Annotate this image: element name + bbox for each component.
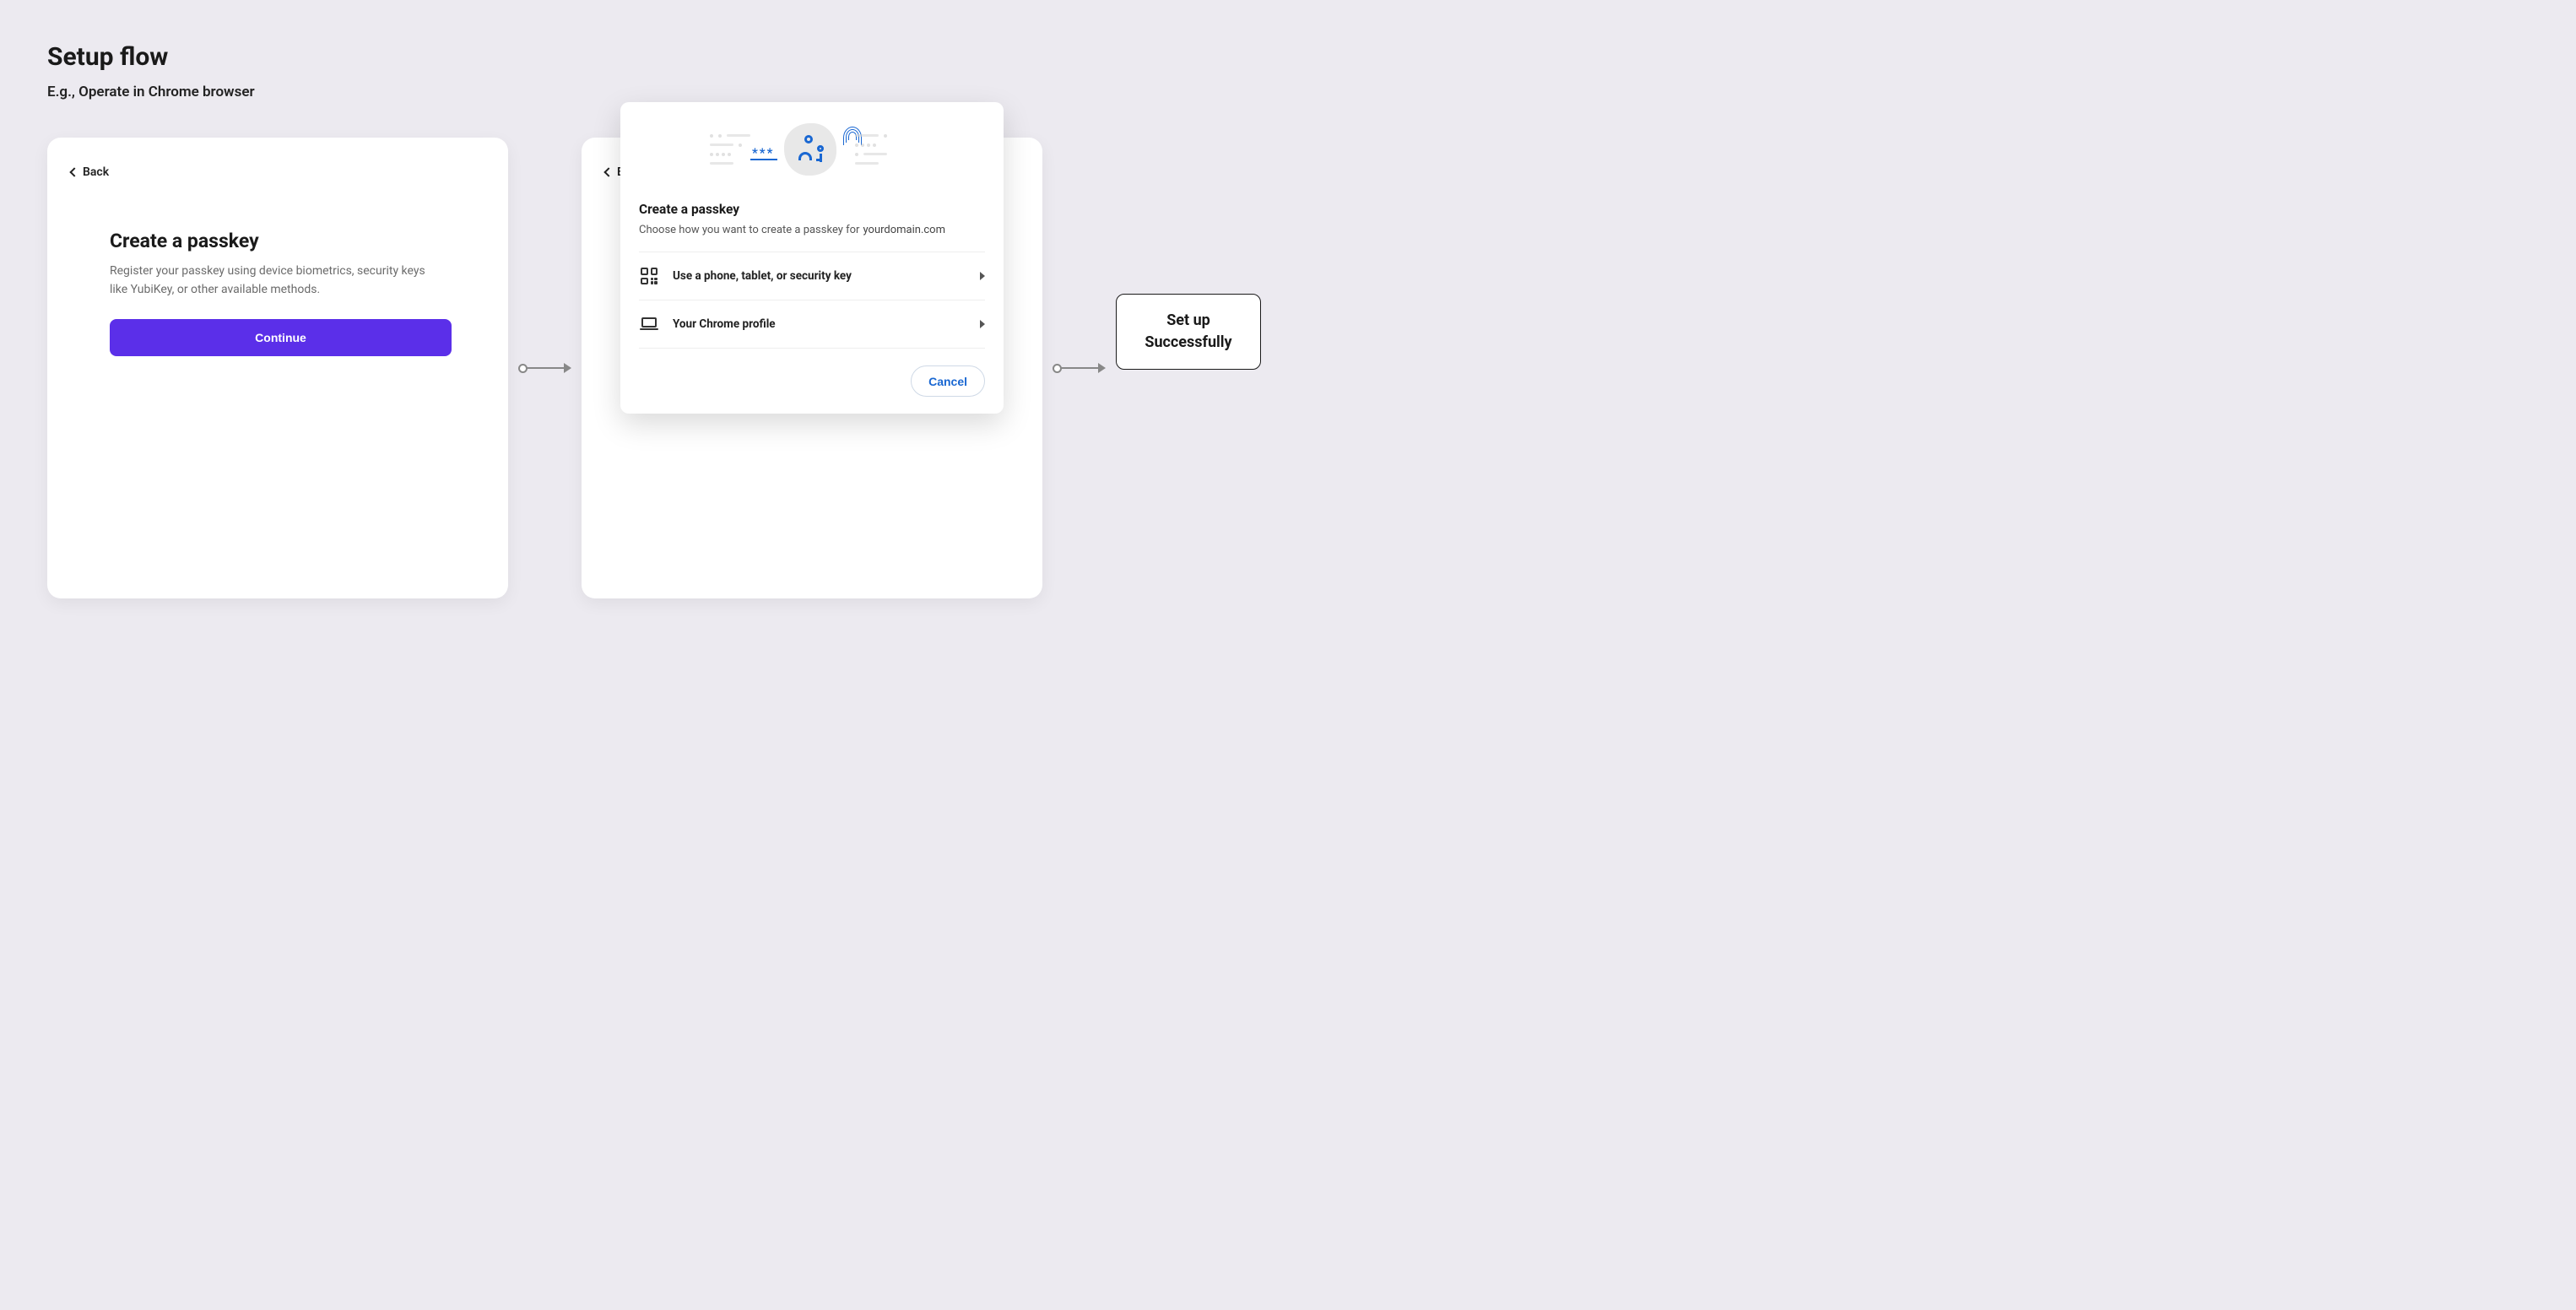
- person-key-icon: [798, 137, 822, 162]
- continue-button[interactable]: Continue: [110, 319, 452, 356]
- card1-description: Register your passkey using device biome…: [110, 263, 430, 299]
- decorative-dots-right: [855, 134, 914, 165]
- back-label: Back: [83, 165, 109, 179]
- laptop-icon: [639, 314, 659, 334]
- option-label: Your Chrome profile: [673, 317, 966, 331]
- arrow-line: [1060, 367, 1099, 369]
- passkey-badge-icon: ***: [784, 123, 836, 176]
- chevron-right-icon: [980, 272, 985, 280]
- dialog-domain: yourdomain.com: [863, 224, 945, 236]
- dialog-options-list: Use a phone, tablet, or security key You…: [639, 252, 985, 349]
- option-label: Use a phone, tablet, or security key: [673, 269, 966, 283]
- dialog-description: Choose how you want to create a passkey …: [639, 224, 985, 236]
- back-button[interactable]: Back: [71, 165, 109, 179]
- chevron-left-icon: [69, 167, 78, 176]
- flow-arrow-1: [518, 138, 571, 598]
- card1-title: Create a passkey: [110, 230, 446, 252]
- asterisks-underline: [750, 159, 777, 160]
- arrow-head-icon: [564, 363, 571, 373]
- flow-arrow-2: [1053, 138, 1106, 598]
- page-title: Setup flow: [47, 42, 1241, 72]
- qr-scan-icon: [639, 266, 659, 286]
- option-chrome-profile[interactable]: Your Chrome profile: [639, 300, 985, 349]
- step1-card: Back Create a passkey Register your pass…: [47, 138, 508, 598]
- step2-stack: Back ***: [582, 138, 1042, 598]
- chevron-left-icon: [603, 167, 613, 176]
- arrow-origin-dot-icon: [1053, 364, 1062, 373]
- arrow-line: [526, 367, 565, 369]
- passkey-create-dialog: ***: [620, 102, 1004, 414]
- cancel-button[interactable]: Cancel: [911, 365, 985, 397]
- dialog-title: Create a passkey: [639, 202, 985, 217]
- chevron-right-icon: [980, 320, 985, 328]
- arrow-head-icon: [1098, 363, 1106, 373]
- page-subtitle: E.g., Operate in Chrome browser: [47, 84, 1241, 100]
- setup-success-chip: Set up Successfully: [1116, 294, 1261, 370]
- arrow-origin-dot-icon: [518, 364, 528, 373]
- option-phone-tablet-key[interactable]: Use a phone, tablet, or security key: [639, 252, 985, 300]
- passkey-illustration: ***: [620, 102, 1004, 197]
- flow-row: Back Create a passkey Register your pass…: [47, 138, 1241, 598]
